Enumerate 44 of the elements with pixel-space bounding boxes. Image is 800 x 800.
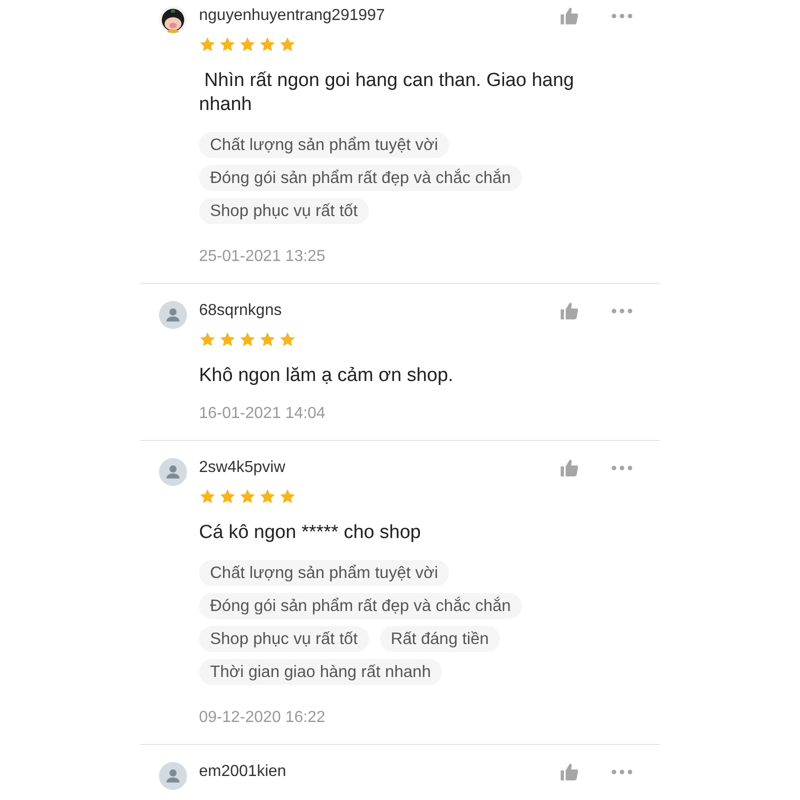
star-icon (279, 36, 296, 53)
more-icon[interactable] (611, 13, 633, 19)
star-icon (219, 36, 236, 53)
review-tag: Đóng gói sản phẩm rất đẹp và chắc chắn (199, 165, 522, 191)
username: 2sw4k5pviw (199, 458, 286, 478)
star-icon (199, 36, 216, 53)
username: 68sqrnkgns (199, 301, 283, 321)
more-icon[interactable] (611, 308, 633, 314)
star-icon (279, 331, 296, 348)
star-icon (279, 488, 296, 505)
thumbs-up-icon[interactable] (559, 6, 579, 26)
star-icon (199, 331, 216, 348)
more-icon[interactable] (611, 465, 633, 471)
review-text: Nhìn rất ngon goi hang can than. Giao hang nhanh (199, 69, 576, 117)
avatar-icon (159, 762, 187, 790)
username: nguyenhuyentrang291997 (199, 6, 386, 26)
star-icon (239, 331, 256, 348)
review-tag: Thời gian giao hàng rất nhanh (199, 659, 442, 685)
review-tag: Đóng gói sản phẩm rất đẹp và chắc chắn (199, 593, 522, 619)
thumbs-up-icon[interactable] (559, 458, 579, 478)
star-icon (259, 331, 276, 348)
review-date: 09-12-2020 16:22 (199, 708, 326, 728)
star-icon (219, 488, 236, 505)
star-icon (239, 36, 256, 53)
review-date: 16-01-2021 14:04 (199, 404, 326, 424)
review-text: Cá kô ngon ***** cho shop (199, 521, 422, 545)
review-tag: Chất lượng sản phẩm tuyệt vời (199, 560, 450, 586)
thumbs-up-icon[interactable] (559, 762, 579, 782)
review-tag: Rất đáng tiền (380, 626, 500, 652)
star-icon (219, 331, 236, 348)
star-icon (239, 488, 256, 505)
avatar-icon (159, 301, 187, 329)
review-text: Khô ngon lăm ạ cảm ơn shop. (199, 364, 454, 388)
review-tag: Chất lượng sản phẩm tuyệt vời (199, 132, 450, 158)
thumbs-up-icon[interactable] (559, 301, 579, 321)
username: em2001kien (199, 762, 288, 782)
star-icon (259, 36, 276, 53)
review-tag: Shop phục vụ rất tốt (199, 626, 369, 652)
review-date: 25-01-2021 13:25 (199, 247, 326, 267)
avatar-icon (159, 458, 187, 486)
star-icon (199, 488, 216, 505)
review-tag: Shop phục vụ rất tốt (199, 198, 369, 224)
star-icon (259, 488, 276, 505)
more-icon[interactable] (611, 769, 633, 775)
